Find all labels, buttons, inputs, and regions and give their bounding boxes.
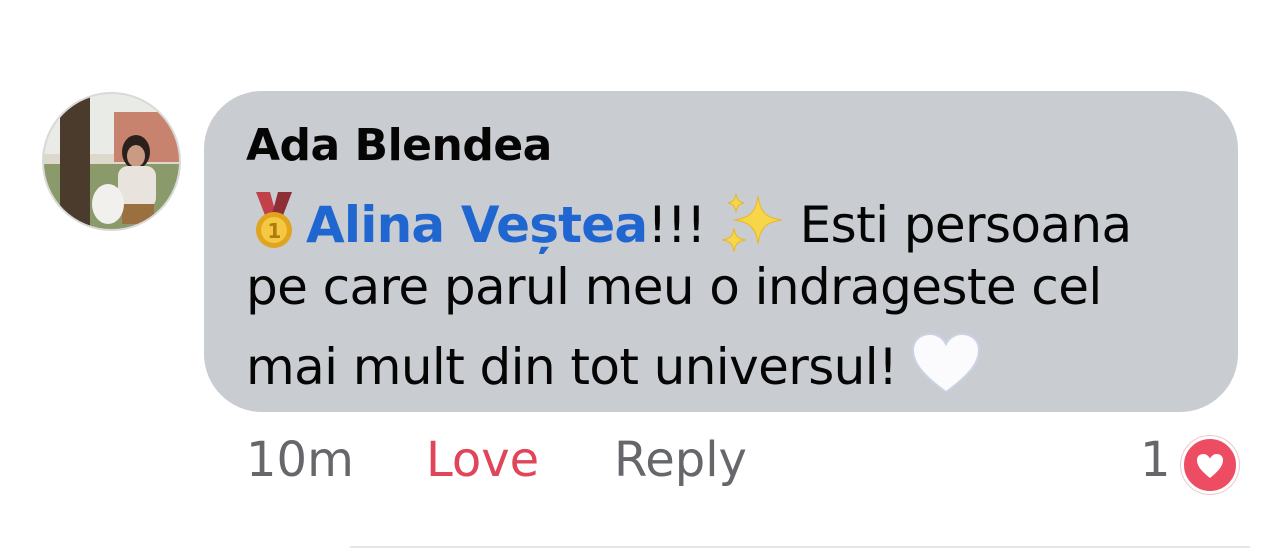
exclamation-text: !!! xyxy=(647,196,706,254)
svg-text:1: 1 xyxy=(267,219,280,243)
avatar-photo xyxy=(44,94,179,229)
comment-timestamp[interactable]: 10m xyxy=(246,432,354,488)
comment-text-segment: Esti persoana xyxy=(799,196,1133,254)
sparkles-icon xyxy=(721,193,782,253)
comment-screen: Ada Blendea 1 Alina Veștea!!! Esti perso… xyxy=(0,0,1280,552)
love-button[interactable]: Love xyxy=(426,432,539,488)
mention-link[interactable]: Alina Veștea xyxy=(306,196,648,254)
reply-button[interactable]: Reply xyxy=(614,432,747,488)
author-avatar[interactable] xyxy=(42,92,181,231)
heart-icon xyxy=(1197,454,1223,478)
white-heart-icon xyxy=(912,332,981,394)
comment-text-line-1: 1 Alina Veștea!!! Esti persoana xyxy=(246,192,1132,254)
comment-text-line-3: mai mult din tot universul! xyxy=(246,332,981,396)
love-reaction-icon[interactable] xyxy=(1181,436,1239,494)
next-comment-divider xyxy=(350,546,1250,552)
comment-text-line-2: pe care parul meu o indrageste cel xyxy=(246,258,1102,316)
comment-author-name[interactable]: Ada Blendea xyxy=(246,120,552,171)
comment-text-segment: mai mult din tot universul! xyxy=(246,338,898,396)
reaction-count[interactable]: 1 xyxy=(1140,432,1171,488)
medal-icon: 1 xyxy=(256,192,292,248)
